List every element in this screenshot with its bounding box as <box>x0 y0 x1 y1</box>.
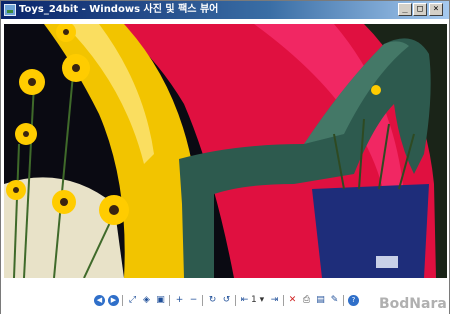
page-number-value: 1 <box>251 295 257 305</box>
best-fit-button[interactable]: ⤢ <box>127 295 138 306</box>
photo-viewer-window: Toys_24bit - Windows 사진 및 팩스 뷰어 _ □ × ◀ … <box>0 0 450 314</box>
toolbar-separator <box>235 295 236 306</box>
delete-button[interactable]: ✕ <box>287 295 298 306</box>
next-image-button[interactable]: ▶ <box>108 295 119 306</box>
pot-label <box>376 256 398 268</box>
edit-button[interactable]: ✎ <box>329 295 340 306</box>
print-button[interactable]: ⎙ <box>301 295 312 306</box>
last-page-button[interactable]: ⇥ <box>269 295 280 306</box>
maximize-button[interactable]: □ <box>413 3 427 16</box>
rotate-clockwise-button[interactable]: ↻ <box>207 295 218 306</box>
slideshow-button[interactable]: ▣ <box>155 295 166 306</box>
save-button[interactable]: ▤ <box>315 295 326 306</box>
zoom-in-button[interactable]: + <box>174 295 185 306</box>
pot-flower <box>371 85 381 95</box>
flower-pot <box>312 184 429 278</box>
toolbar-separator <box>343 295 344 306</box>
toolbar-separator <box>169 295 170 306</box>
toolbar-separator <box>283 295 284 306</box>
first-page-button[interactable]: ⇤ <box>239 295 250 306</box>
watermark-logo: BodNara <box>379 296 447 312</box>
close-button[interactable]: × <box>429 3 443 16</box>
page-number[interactable]: 1 ▾ <box>251 295 264 306</box>
actual-size-button[interactable]: ◈ <box>141 295 152 306</box>
displayed-photo <box>4 24 447 278</box>
title-bar[interactable]: Toys_24bit - Windows 사진 및 팩스 뷰어 _ □ × <box>1 1 449 19</box>
help-button[interactable]: ? <box>348 295 359 306</box>
photo-viewer-app-icon <box>4 4 16 16</box>
chevron-down-icon[interactable]: ▾ <box>260 295 265 305</box>
zoom-out-button[interactable]: − <box>188 295 199 306</box>
window-title: Toys_24bit - Windows 사진 및 팩스 뷰어 <box>19 4 219 15</box>
photo-display-area[interactable] <box>4 24 447 278</box>
toolbar-separator <box>202 295 203 306</box>
rotate-counterclockwise-button[interactable]: ↺ <box>221 295 232 306</box>
minimize-button[interactable]: _ <box>398 3 412 16</box>
previous-image-button[interactable]: ◀ <box>94 295 105 306</box>
toolbar-separator <box>122 295 123 306</box>
